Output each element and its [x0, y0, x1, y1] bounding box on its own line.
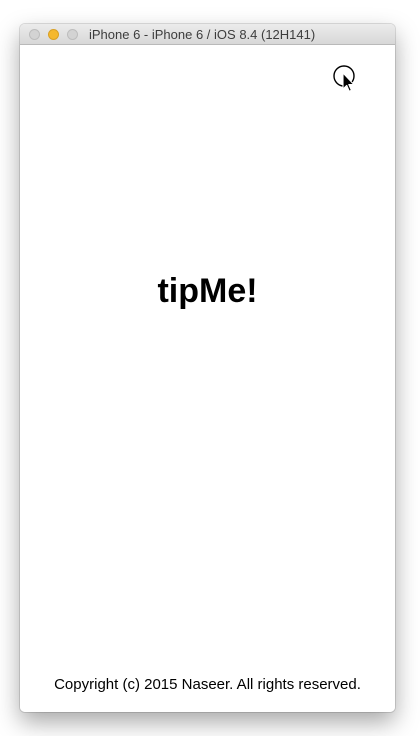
- close-window-button[interactable]: [29, 29, 40, 40]
- simulator-window: iPhone 6 - iPhone 6 / iOS 8.4 (12H141) t…: [20, 24, 395, 712]
- zoom-window-button[interactable]: [67, 29, 78, 40]
- desktop-background: iPhone 6 - iPhone 6 / iOS 8.4 (12H141) t…: [0, 0, 420, 736]
- app-title: tipMe!: [157, 272, 258, 310]
- window-title: iPhone 6 - iPhone 6 / iOS 8.4 (12H141): [89, 27, 316, 42]
- minimize-window-button[interactable]: [48, 29, 59, 40]
- window-titlebar[interactable]: iPhone 6 - iPhone 6 / iOS 8.4 (12H141): [20, 24, 395, 45]
- tap-cursor-icon: [333, 65, 355, 92]
- app-screen: tipMe! Copyright (c) 2015 Naseer. All ri…: [20, 45, 395, 712]
- copyright-text: Copyright (c) 2015 Naseer. All rights re…: [54, 676, 361, 693]
